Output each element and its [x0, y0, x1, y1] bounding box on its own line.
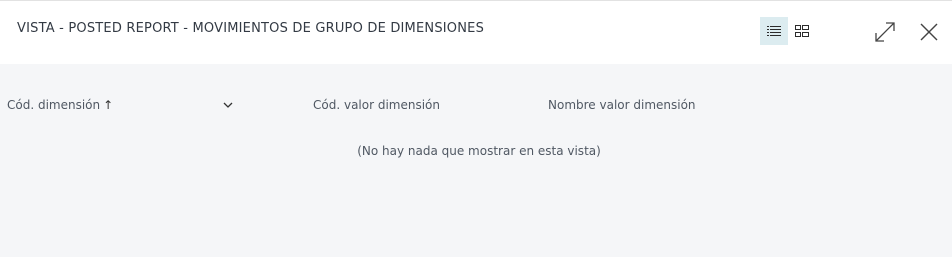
tile-grid-icon [795, 25, 809, 37]
close-button[interactable] [914, 17, 944, 47]
sort-ascending-icon: ↑ [103, 98, 114, 112]
expand-button[interactable] [870, 17, 900, 47]
list-icon [767, 26, 781, 36]
column-header-dimension-code[interactable]: Cód. dimensión ↑ [7, 98, 113, 112]
chevron-down-icon [223, 102, 233, 108]
column-header-label: Cód. dimensión [7, 98, 101, 112]
tile-view-button[interactable] [788, 17, 816, 45]
page-title: VISTA - POSTED REPORT - MOVIMIENTOS DE G… [17, 21, 485, 36]
expand-icon [875, 22, 895, 42]
list-view-button[interactable] [760, 17, 788, 45]
page-header: VISTA - POSTED REPORT - MOVIMIENTOS DE G… [0, 1, 952, 64]
column-header-dimension-value-name[interactable]: Nombre valor dimensión [548, 98, 696, 112]
column-header-dimension-value-code[interactable]: Cód. valor dimensión [313, 98, 440, 112]
table-area: Cód. dimensión ↑ Cód. valor dimensión Nom… [0, 64, 952, 257]
close-icon [920, 23, 938, 41]
empty-state-message: (No hay nada que mostrar en esta vista) [357, 144, 601, 158]
column-menu-button[interactable] [221, 97, 235, 113]
